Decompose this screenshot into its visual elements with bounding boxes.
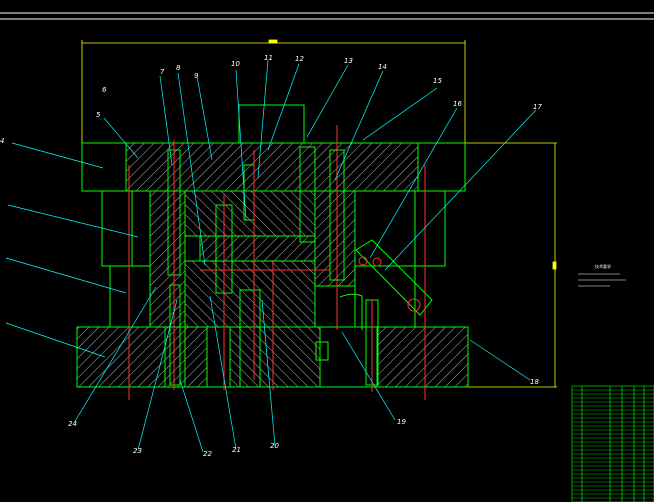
callout-7: 7 <box>160 68 165 76</box>
callout-13: 13 <box>344 57 353 65</box>
drawing-canvas: 4 5 6 7 8 9 10 11 12 13 14 15 16 17 18 1… <box>0 12 654 502</box>
callout-24: 24 <box>68 420 77 428</box>
callout-4: 4 <box>0 137 4 145</box>
top-dimension <box>81 39 466 143</box>
callout-8: 8 <box>176 64 181 72</box>
right-dimension <box>465 142 557 388</box>
technical-notes: 技术要求 <box>578 263 626 287</box>
callout-18: 18 <box>530 378 539 386</box>
callout-9: 9 <box>194 72 199 80</box>
callout-5: 5 <box>96 111 101 119</box>
notes-title: 技术要求 <box>595 263 611 269</box>
title-block <box>571 385 654 502</box>
callout-23: 23 <box>133 447 142 455</box>
callout-21: 21 <box>232 446 241 454</box>
callout-19: 19 <box>397 418 406 426</box>
callout-17: 17 <box>533 103 542 111</box>
bom-rows <box>572 389 654 499</box>
callout-10: 10 <box>231 60 240 68</box>
callout-22: 22 <box>203 450 212 458</box>
callout-6: 6 <box>102 86 107 94</box>
callout-15: 15 <box>433 77 442 85</box>
callout-12: 12 <box>295 55 304 63</box>
callout-16: 16 <box>453 100 462 108</box>
callout-14: 14 <box>378 63 387 71</box>
callout-20: 20 <box>270 442 279 450</box>
drawing-frame <box>0 12 654 20</box>
callout-11: 11 <box>264 54 273 62</box>
